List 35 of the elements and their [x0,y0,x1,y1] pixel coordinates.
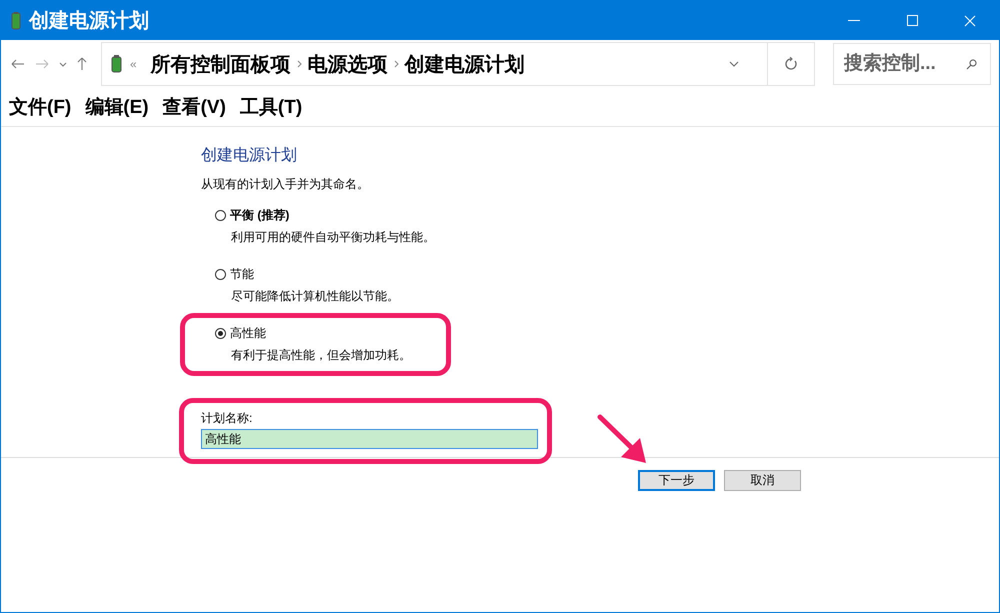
search-icon [966,58,977,70]
breadcrumb-item[interactable]: 电源选项 [308,50,388,78]
option-description: 尽可能降低计算机性能以节能。 [231,288,399,305]
plan-radio-option[interactable]: 节能 [215,266,399,283]
battery-icon [9,12,23,30]
minimize-icon [848,20,860,21]
window-title: 创建电源计划 [29,9,150,34]
close-icon [964,14,976,26]
menu-item[interactable]: 文件(F) [9,94,72,120]
refresh-icon[interactable] [784,57,798,71]
overflow-chevron[interactable]: « [130,57,137,71]
cancel-button[interactable]: 取消 [724,470,801,491]
maximize-icon [906,15,918,26]
option-description: 利用可用的硬件自动平衡功耗与性能。 [231,229,435,246]
menu-item[interactable]: 查看(V) [162,94,226,120]
intro-text: 从现有的计划入手并为其命名。 [201,176,370,193]
recent-dropdown[interactable] [57,62,69,66]
chevron-icon [296,60,302,68]
option-description: 有利于提高性能，但会增加功耗。 [231,347,411,364]
pointer-arrow [597,414,649,466]
page-heading: 创建电源计划 [201,146,298,166]
next-button[interactable]: 下一步 [638,470,715,491]
plan-radio-option[interactable]: 平衡 (推荐) [215,207,435,224]
menu-item[interactable]: 工具(T) [240,94,302,120]
back-button[interactable] [9,59,27,69]
plan-name-field[interactable]: 高性能 [201,429,538,449]
address-bar[interactable]: « 所有控制面板项 电源选项 创建电源计划 [101,42,815,86]
chevron-icon [394,60,399,68]
breadcrumb-item[interactable]: 创建电源计划 [404,50,525,78]
plan-radio-option[interactable]: 高性能 [215,325,411,342]
menu-item[interactable]: 编辑(E) [85,94,149,120]
breadcrumb-item[interactable]: 所有控制面板项 [150,50,291,78]
caret-icon[interactable] [729,61,739,67]
up-button[interactable] [75,57,89,71]
field-label: 计划名称: [201,410,254,427]
